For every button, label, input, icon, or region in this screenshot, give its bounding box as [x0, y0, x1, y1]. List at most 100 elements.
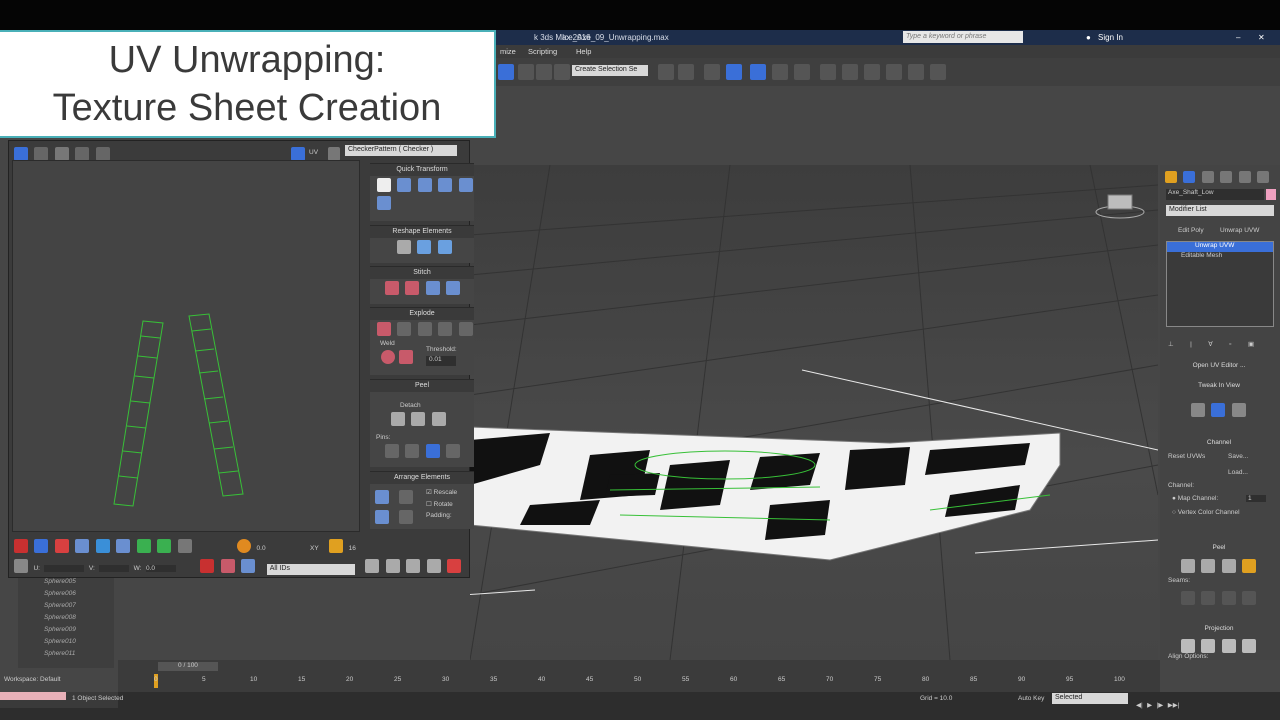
next-frame-icon[interactable]: |▶ [1157, 702, 1164, 709]
peel-header[interactable]: Peel [1166, 541, 1272, 554]
menu-item-customize[interactable]: mize [500, 47, 516, 56]
channel-header[interactable]: Channel [1166, 436, 1272, 449]
display-tab-icon[interactable] [1238, 170, 1251, 183]
scene-item[interactable]: Sphere008 [18, 614, 114, 626]
show-map-icon[interactable] [291, 147, 305, 161]
filter-icon[interactable] [241, 559, 256, 573]
align-icon[interactable] [678, 64, 694, 80]
explode-ids-icon[interactable] [458, 322, 473, 336]
go-to-end-icon[interactable]: ▶▶| [1168, 702, 1180, 709]
element-select-icon[interactable] [75, 539, 90, 553]
minimize-icon[interactable]: – [1236, 33, 1240, 42]
edit-named-selection-icon[interactable] [554, 64, 570, 80]
mirror-icon[interactable] [658, 64, 674, 80]
pack-normalize-icon[interactable] [375, 490, 389, 504]
scene-explorer-icon[interactable] [726, 64, 742, 80]
grow-icon[interactable] [95, 539, 110, 553]
configure-sets-icon[interactable]: ▣ [1248, 341, 1254, 348]
pelt-panel-icon[interactable] [1201, 559, 1216, 573]
explode-edges-icon[interactable] [397, 322, 412, 336]
scene-item[interactable]: Sphere011 [18, 650, 114, 662]
move-icon[interactable] [14, 147, 28, 161]
rotate-icon[interactable] [34, 147, 49, 161]
freeform-icon[interactable] [75, 147, 90, 161]
render-activeshade-icon[interactable] [930, 64, 946, 80]
render-setup-icon[interactable] [820, 64, 836, 80]
motion-tab-icon[interactable] [1220, 170, 1233, 183]
zoom-region-icon[interactable] [406, 559, 421, 573]
menu-item-help[interactable]: Help [576, 47, 591, 56]
align-y-icon[interactable] [417, 178, 432, 192]
scene-item[interactable]: Sphere007 [18, 602, 114, 614]
utilities-tab-icon[interactable] [1257, 170, 1270, 183]
vertex-mode-icon[interactable] [1191, 403, 1205, 417]
key-filter-dropdown[interactable]: Selected [1052, 693, 1128, 704]
scene-item[interactable]: Sphere010 [18, 638, 114, 650]
make-unique-icon[interactable]: ∀ [1208, 341, 1212, 348]
pin-icon[interactable] [385, 444, 399, 458]
pack-together-icon[interactable] [375, 510, 389, 524]
detach-checkbox[interactable]: Detach [400, 402, 421, 409]
pan-icon[interactable] [365, 559, 380, 573]
reset-uvws-button[interactable]: Reset UVWs [1168, 453, 1205, 460]
render-iterative-icon[interactable] [886, 64, 902, 80]
paint-select-icon[interactable] [177, 539, 192, 553]
rotate-90-icon[interactable] [438, 178, 453, 192]
maxscript-listener[interactable] [0, 692, 66, 700]
scene-item[interactable]: Sphere009 [18, 626, 114, 638]
stitch-to-source-icon[interactable] [446, 281, 461, 295]
straighten-icon[interactable] [377, 196, 391, 211]
map-channel-radio[interactable]: ● Map Channel: [1172, 495, 1218, 502]
lock-icon[interactable] [200, 559, 215, 573]
save-uvs-button[interactable]: Save... [1228, 453, 1248, 460]
snap-value[interactable]: 16 [349, 545, 356, 552]
loop-icon[interactable] [136, 539, 151, 553]
quick-transform-header[interactable]: Quick Transform [370, 164, 474, 176]
show-hidden-icon[interactable] [220, 559, 235, 573]
close-icon[interactable]: ✕ [1258, 33, 1265, 42]
set-pivot-icon[interactable] [377, 178, 391, 192]
uv-canvas[interactable] [12, 160, 360, 532]
material-ids-dropdown[interactable]: All IDs [266, 564, 355, 576]
stitch-to-average-icon[interactable] [425, 281, 440, 295]
schematic-view-icon[interactable] [772, 64, 788, 80]
weld-selected-icon[interactable] [399, 350, 413, 364]
edit-poly-button[interactable]: Edit Poly [1178, 227, 1204, 234]
absolute-offset-icon[interactable] [14, 559, 28, 573]
soft-select-icon[interactable] [237, 539, 252, 553]
stack-item-editable-mesh[interactable]: Editable Mesh [1167, 252, 1273, 262]
object-color-swatch[interactable] [1266, 189, 1276, 200]
snap-toggle-icon[interactable] [447, 559, 462, 573]
grid-snap-icon[interactable] [329, 539, 344, 553]
planar-map-icon[interactable] [1181, 639, 1195, 653]
arrange-elements-header[interactable]: Arrange Elements [370, 472, 474, 484]
unwrap-uvw-button[interactable]: Unwrap UVW [1220, 227, 1259, 234]
reset-peel-panel-icon[interactable] [1221, 559, 1236, 573]
zoom-extents-icon[interactable] [426, 559, 441, 573]
curve-editor-icon[interactable] [750, 64, 766, 80]
quick-peel-panel-icon[interactable] [1181, 559, 1195, 573]
pin-stack-icon[interactable]: ⊥ [1168, 341, 1174, 348]
poly-select-icon[interactable] [54, 539, 69, 553]
pelt-map-icon[interactable] [411, 412, 426, 426]
scale-icon[interactable] [54, 147, 69, 161]
edge-select-icon[interactable] [34, 539, 49, 553]
scene-item[interactable]: Sphere006 [18, 590, 114, 602]
viewcube-icon[interactable] [1095, 194, 1145, 219]
auto-pin-icon[interactable] [425, 444, 440, 458]
weld-target-icon[interactable] [381, 350, 395, 364]
quick-peel-icon[interactable] [391, 412, 405, 426]
explode-icon[interactable] [377, 322, 391, 336]
open-uv-editor-button[interactable]: Open UV Editor ... [1166, 359, 1272, 372]
angle-snap-icon[interactable] [536, 64, 552, 80]
prev-frame-icon[interactable]: ◀| [1136, 702, 1143, 709]
stack-item-unwrap[interactable]: Unwrap UVW [1167, 242, 1273, 252]
modify-tab-icon[interactable] [1183, 170, 1196, 183]
xy-toggle[interactable]: XY [310, 545, 319, 552]
reshape-elements-header[interactable]: Reshape Elements [370, 226, 474, 238]
cylindrical-map-icon[interactable] [1201, 639, 1216, 653]
selection-set-dropdown[interactable]: Create Selection Se [572, 65, 648, 76]
layer-explorer-icon[interactable] [704, 64, 720, 80]
relax-icon[interactable] [417, 240, 432, 254]
relax-until-flat-icon[interactable] [437, 240, 452, 254]
